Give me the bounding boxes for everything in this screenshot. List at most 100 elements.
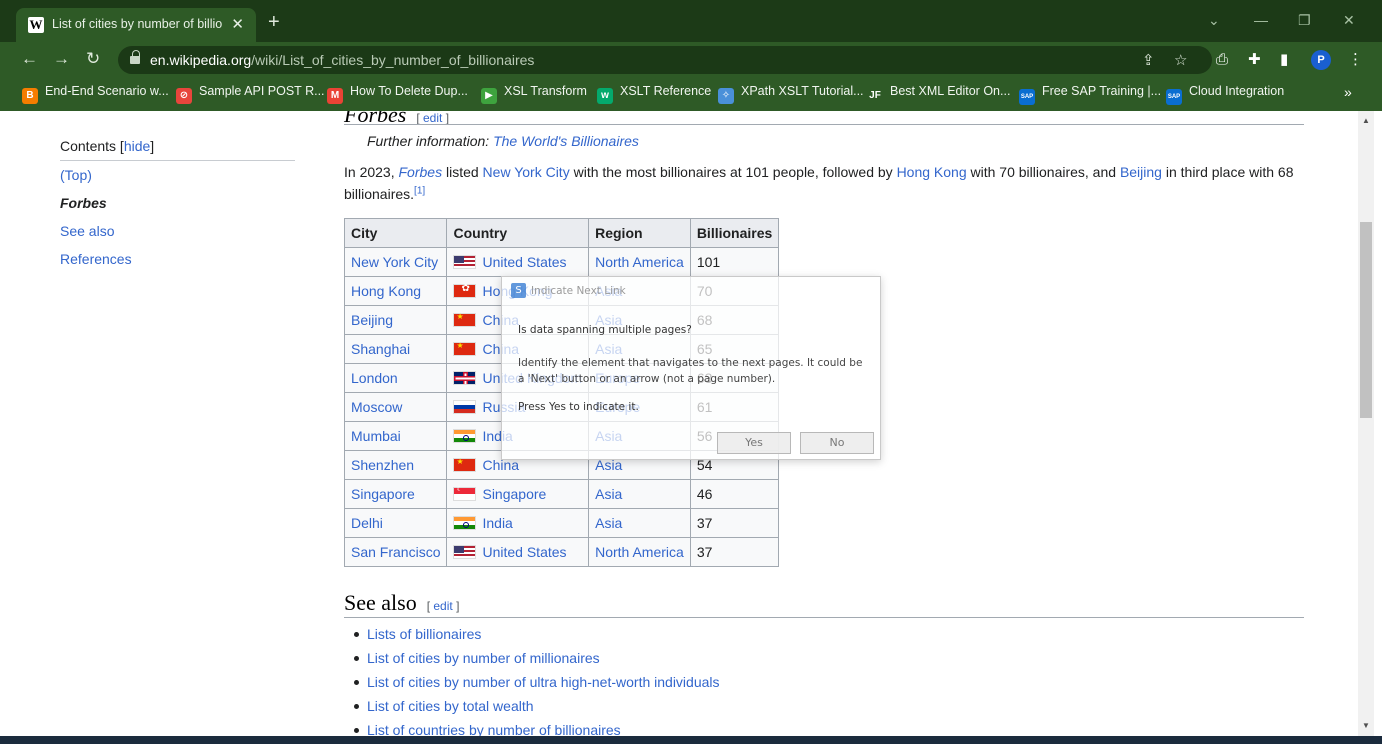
- see-also-link[interactable]: List of countries by number of billionai…: [367, 722, 621, 736]
- city-link[interactable]: Delhi: [351, 515, 383, 531]
- bookmark-item[interactable]: ⊘ Sample API POST R...: [176, 84, 325, 104]
- reference-link[interactable]: [1]: [414, 185, 425, 196]
- lock-icon[interactable]: [130, 50, 140, 65]
- para-text: In 2023,: [344, 164, 399, 180]
- table-cell-billionaires: 101: [689, 247, 780, 277]
- bookmark-item[interactable]: B End-End Scenario w...: [22, 84, 169, 104]
- bookmark-item[interactable]: SAP Free SAP Training |...: [1019, 84, 1161, 105]
- toc-hide-link[interactable]: hide: [124, 138, 150, 154]
- table-cell-billionaires: 46: [689, 479, 780, 509]
- bookmark-item[interactable]: w XSLT Reference: [597, 84, 711, 104]
- region-link[interactable]: North America: [595, 544, 684, 560]
- city-link[interactable]: Singapore: [351, 486, 415, 502]
- table-cell-city: Singapore: [343, 479, 448, 509]
- bookmark-item[interactable]: SAP Cloud Integration: [1166, 84, 1285, 105]
- bookmark-star-icon[interactable]: ☆: [1174, 51, 1187, 69]
- table-cell-city: Moscow: [343, 392, 448, 422]
- no-button[interactable]: No: [800, 432, 874, 454]
- region-link[interactable]: Asia: [595, 486, 622, 502]
- back-icon[interactable]: ←: [21, 50, 38, 68]
- city-link[interactable]: Shenzhen: [351, 457, 414, 473]
- minimize-icon[interactable]: —: [1254, 12, 1268, 28]
- postman-icon: ⊘: [176, 88, 192, 104]
- region-link[interactable]: North America: [595, 254, 684, 270]
- bookmark-label: Best XML Editor On...: [890, 84, 1011, 98]
- list-item: Lists of billionaires: [354, 624, 720, 648]
- city-link[interactable]: Moscow: [351, 399, 402, 415]
- table-cell-region: North America: [588, 537, 691, 567]
- toc-divider: [60, 160, 295, 161]
- edit-link-forbes[interactable]: edit: [423, 111, 442, 125]
- toc-item-references[interactable]: References: [60, 251, 132, 267]
- address-bar[interactable]: en.wikipedia.org/wiki/List_of_cities_by_…: [118, 46, 1212, 74]
- flag-cn-icon: [453, 312, 477, 327]
- beijing-link[interactable]: Beijing: [1120, 164, 1162, 180]
- table-cell-region: North America: [588, 247, 691, 277]
- toc-item-forbes[interactable]: Forbes: [60, 195, 107, 211]
- dialog-title: Indicate Next Link: [531, 285, 626, 297]
- flag-in-icon: [453, 429, 477, 443]
- para-text: listed: [442, 164, 483, 180]
- taskbar: [0, 736, 1382, 744]
- reload-icon[interactable]: ↻: [86, 50, 100, 68]
- country-link[interactable]: India: [482, 515, 512, 531]
- nyc-link[interactable]: New York City: [483, 164, 570, 180]
- see-also-link[interactable]: List of cities by total wealth: [367, 698, 534, 714]
- scrollbar-thumb[interactable]: [1360, 222, 1372, 418]
- country-link[interactable]: United States: [482, 544, 566, 560]
- new-tab-icon[interactable]: +: [268, 12, 280, 32]
- tab-search-icon[interactable]: ⌄: [1208, 12, 1220, 29]
- country-link[interactable]: United States: [482, 254, 566, 270]
- profile-avatar[interactable]: P: [1311, 50, 1331, 70]
- see-also-link[interactable]: Lists of billionaires: [367, 626, 481, 642]
- city-link[interactable]: Hong Kong: [351, 283, 421, 299]
- tab-active[interactable]: W List of cities by number of billion...…: [16, 8, 256, 42]
- share-icon[interactable]: ⇪: [1142, 51, 1155, 69]
- menu-kebab-icon[interactable]: ⋮: [1348, 51, 1363, 69]
- tab-title: List of cities by number of billion...: [52, 17, 222, 31]
- region-link[interactable]: Asia: [595, 515, 622, 531]
- city-link[interactable]: Shanghai: [351, 341, 410, 357]
- heading-rule: [344, 617, 1304, 618]
- edit-link-see-also[interactable]: edit: [433, 599, 452, 613]
- tab-close-icon[interactable]: ✕: [231, 15, 244, 33]
- restore-icon[interactable]: ❐: [1298, 12, 1311, 29]
- yes-button[interactable]: Yes: [717, 432, 791, 454]
- bookmark-item[interactable]: M How To Delete Dup...: [327, 84, 468, 104]
- list-item: List of countries by number of billionai…: [354, 720, 720, 736]
- bookmark-label: Cloud Integration: [1189, 84, 1285, 98]
- dialog-question: Is data spanning multiple pages?: [518, 324, 692, 336]
- country-link[interactable]: Singapore: [482, 486, 546, 502]
- scroll-down-icon[interactable]: ▼: [1362, 721, 1370, 730]
- table-cell-city: Beijing: [343, 305, 448, 335]
- city-link[interactable]: New York City: [351, 254, 438, 270]
- table-cell-city: London: [343, 363, 448, 393]
- hatnote-link[interactable]: The World's Billionaires: [493, 133, 639, 149]
- toc-item-see-also[interactable]: See also: [60, 223, 114, 239]
- page-scrollbar[interactable]: ▲ ▼: [1358, 111, 1374, 736]
- wikipedia-favicon-icon: W: [28, 17, 44, 33]
- scroll-up-icon[interactable]: ▲: [1362, 116, 1370, 125]
- bookmark-label: Sample API POST R...: [199, 84, 325, 98]
- see-also-link[interactable]: List of cities by number of ultra high-n…: [367, 674, 720, 690]
- city-link[interactable]: Beijing: [351, 312, 393, 328]
- sparkle-icon: ✧: [718, 88, 734, 104]
- see-also-link[interactable]: List of cities by number of millionaires: [367, 650, 600, 666]
- city-link[interactable]: Mumbai: [351, 428, 401, 444]
- city-link[interactable]: San Francisco: [351, 544, 440, 560]
- extensions-puzzle-icon[interactable]: ✚: [1248, 51, 1261, 69]
- hong-kong-link[interactable]: Hong Kong: [897, 164, 967, 180]
- bookmark-label: How To Delete Dup...: [350, 84, 468, 98]
- forbes-link[interactable]: Forbes: [399, 164, 443, 180]
- bookmark-item[interactable]: ✧ XPath XSLT Tutorial...: [718, 84, 864, 104]
- extension-printer-icon[interactable]: ⎙: [1216, 51, 1228, 69]
- toc-item-top[interactable]: (Top): [60, 167, 92, 183]
- bookmarks-more-icon[interactable]: »: [1344, 84, 1352, 100]
- bookmark-label: XSL Transform: [504, 84, 587, 98]
- bookmark-item[interactable]: ▶ XSL Transform: [481, 84, 587, 104]
- city-link[interactable]: London: [351, 370, 398, 386]
- bookmark-item[interactable]: JF Best XML Editor On...: [867, 84, 1011, 104]
- window-close-icon[interactable]: ✕: [1343, 12, 1355, 29]
- side-panel-icon[interactable]: ▮: [1280, 51, 1288, 69]
- forward-icon[interactable]: →: [53, 50, 70, 68]
